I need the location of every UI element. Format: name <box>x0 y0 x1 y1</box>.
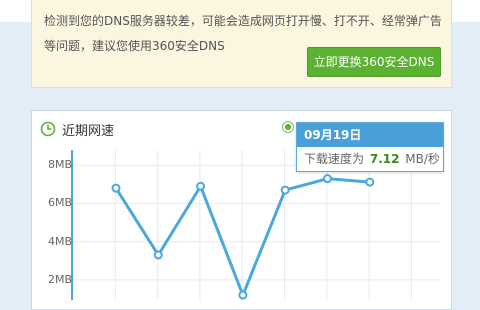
y-tick-label: 4MB <box>47 234 72 248</box>
tooltip-prefix: 下载速度为 <box>304 152 365 166</box>
speed-data-point[interactable] <box>365 177 375 187</box>
tooltip-body: 下载速度为 7.12 MB/秒 <box>304 150 440 167</box>
speed-data-point[interactable] <box>238 290 248 300</box>
y-tick-label: 8MB <box>47 158 72 172</box>
speed-series-line <box>114 177 370 297</box>
tooltip-value: 7.12 <box>369 152 400 166</box>
speed-data-point[interactable] <box>280 185 290 195</box>
speed-data-point[interactable] <box>323 174 332 184</box>
speed-data-point[interactable] <box>153 250 163 260</box>
y-tick-label: 6MB <box>47 196 72 210</box>
speed-data-point[interactable] <box>196 181 206 191</box>
tooltip-date: 09月19日 <box>297 123 443 147</box>
y-tick-label: 2MB <box>47 272 72 286</box>
tooltip-unit: MB/秒 <box>405 152 440 166</box>
speed-data-point[interactable] <box>111 183 121 193</box>
speed-tooltip: 09月19日 下载速度为 7.12 MB/秒 <box>296 122 444 172</box>
